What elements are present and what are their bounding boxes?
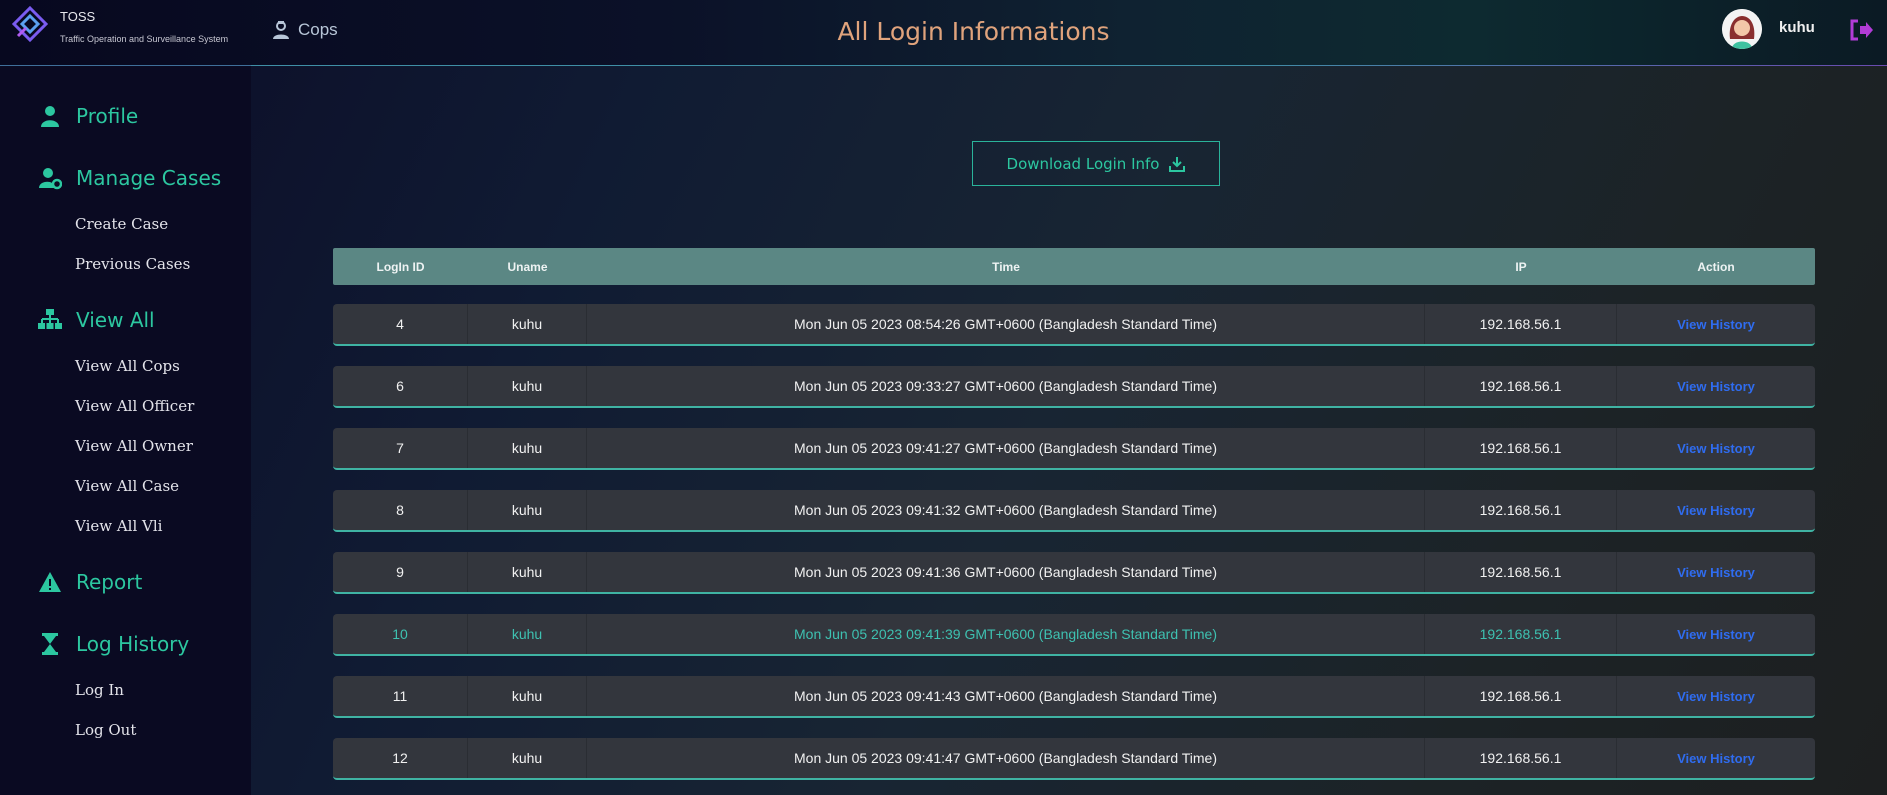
table-row[interactable]: 9 kuhu Mon Jun 05 2023 09:41:36 GMT+0600…: [333, 552, 1815, 594]
avatar-image-icon: [1722, 9, 1762, 49]
cell-uname: kuhu: [468, 304, 587, 344]
table-row[interactable]: 8 kuhu Mon Jun 05 2023 09:41:32 GMT+0600…: [333, 490, 1815, 532]
user-name: kuhu: [1779, 19, 1815, 36]
sidebar: Profile Manage Cases Create Case Previou…: [0, 66, 251, 795]
sidebar-item-view-all[interactable]: View All: [38, 308, 155, 332]
cell-action: View History: [1617, 552, 1815, 592]
sidebar-item-log-out[interactable]: Log Out: [75, 721, 136, 739]
cell-action: View History: [1617, 738, 1815, 778]
logout-icon[interactable]: [1848, 18, 1874, 42]
sidebar-item-previous-cases[interactable]: Previous Cases: [75, 255, 190, 273]
download-button-label: Download Login Info: [1006, 154, 1160, 173]
sidebar-item-label: Manage Cases: [76, 166, 222, 190]
table-row-highlighted[interactable]: 10 kuhu Mon Jun 05 2023 09:41:39 GMT+060…: [333, 614, 1815, 656]
user-icon: [41, 106, 59, 127]
table-row[interactable]: 6 kuhu Mon Jun 05 2023 09:33:27 GMT+0600…: [333, 366, 1815, 408]
sidebar-item-report[interactable]: Report: [38, 570, 142, 594]
cell-ip: 192.168.56.1: [1425, 490, 1617, 530]
sidebar-item-profile[interactable]: Profile: [38, 104, 138, 128]
cell-time: Mon Jun 05 2023 09:41:47 GMT+0600 (Bangl…: [587, 738, 1425, 778]
table-row[interactable]: 7 kuhu Mon Jun 05 2023 09:41:27 GMT+0600…: [333, 428, 1815, 470]
sidebar-item-label: Report: [76, 570, 143, 594]
cell-login-id: 12: [333, 738, 468, 778]
avatar[interactable]: [1722, 9, 1762, 49]
sidebar-item-log-in[interactable]: Log In: [75, 681, 124, 699]
cell-login-id: 4: [333, 304, 468, 344]
cell-uname: kuhu: [468, 490, 587, 530]
cell-ip: 192.168.56.1: [1425, 304, 1617, 344]
page-title: All Login Informations: [0, 17, 1887, 46]
table-row[interactable]: 11 kuhu Mon Jun 05 2023 09:41:43 GMT+060…: [333, 676, 1815, 718]
sidebar-item-view-all-cops[interactable]: View All Cops: [75, 357, 180, 375]
top-bar: TOSS Traffic Operation and Surveillance …: [0, 0, 1887, 66]
cell-login-id: 8: [333, 490, 468, 530]
sidebar-item-view-all-owner[interactable]: View All Owner: [75, 437, 193, 455]
cell-uname: kuhu: [468, 428, 587, 468]
page-title-text: All Login Informations: [837, 17, 1110, 46]
view-history-link[interactable]: View History: [1677, 627, 1755, 642]
column-header-uname[interactable]: Uname: [468, 260, 587, 274]
cell-time: Mon Jun 05 2023 08:54:26 GMT+0600 (Bangl…: [587, 304, 1425, 344]
cell-action: View History: [1617, 676, 1815, 716]
download-login-info-button[interactable]: Download Login Info: [972, 141, 1220, 186]
cell-action: View History: [1617, 366, 1815, 406]
cell-login-id: 9: [333, 552, 468, 592]
hourglass-icon: [42, 633, 58, 655]
cell-action: View History: [1617, 490, 1815, 530]
column-header-ip[interactable]: IP: [1425, 260, 1617, 274]
cell-time: Mon Jun 05 2023 09:41:32 GMT+0600 (Bangl…: [587, 490, 1425, 530]
cell-login-id: 11: [333, 676, 468, 716]
column-header-time[interactable]: Time: [587, 260, 1425, 274]
user-gear-icon: [39, 168, 62, 190]
sidebar-item-log-history[interactable]: Log History: [38, 632, 189, 656]
cell-ip: 192.168.56.1: [1425, 738, 1617, 778]
cell-action: View History: [1617, 428, 1815, 468]
table-header: LogIn ID Uname Time IP Action: [333, 248, 1815, 285]
view-history-link[interactable]: View History: [1677, 441, 1755, 456]
sidebar-item-label: Log History: [76, 632, 190, 656]
cell-ip: 192.168.56.1: [1425, 552, 1617, 592]
cell-time: Mon Jun 05 2023 09:41:36 GMT+0600 (Bangl…: [587, 552, 1425, 592]
sidebar-item-view-all-vli[interactable]: View All Vli: [75, 517, 162, 535]
cell-login-id: 10: [333, 614, 468, 654]
view-history-link[interactable]: View History: [1677, 689, 1755, 704]
cell-time: Mon Jun 05 2023 09:41:39 GMT+0600 (Bangl…: [587, 614, 1425, 654]
column-header-login-id[interactable]: LogIn ID: [333, 260, 468, 274]
cell-uname: kuhu: [468, 614, 587, 654]
sidebar-item-view-all-case[interactable]: View All Case: [75, 477, 179, 495]
cell-uname: kuhu: [468, 552, 587, 592]
download-icon: [1169, 156, 1186, 172]
sidebar-item-manage-cases[interactable]: Manage Cases: [38, 166, 221, 190]
sidebar-item-label: Profile: [76, 104, 139, 128]
cell-login-id: 6: [333, 366, 468, 406]
cell-ip: 192.168.56.1: [1425, 614, 1617, 654]
cell-login-id: 7: [333, 428, 468, 468]
warning-icon: [39, 572, 61, 592]
table-row[interactable]: 4 kuhu Mon Jun 05 2023 08:54:26 GMT+0600…: [333, 304, 1815, 346]
cell-ip: 192.168.56.1: [1425, 428, 1617, 468]
sidebar-item-view-all-officer[interactable]: View All Officer: [75, 397, 194, 415]
sitemap-icon: [38, 309, 62, 329]
cell-action: View History: [1617, 614, 1815, 654]
view-history-link[interactable]: View History: [1677, 565, 1755, 580]
view-history-link[interactable]: View History: [1677, 503, 1755, 518]
table-row[interactable]: 12 kuhu Mon Jun 05 2023 09:41:47 GMT+060…: [333, 738, 1815, 780]
cell-uname: kuhu: [468, 676, 587, 716]
cell-ip: 192.168.56.1: [1425, 676, 1617, 716]
cell-uname: kuhu: [468, 366, 587, 406]
header-divider: [251, 65, 1887, 66]
cell-time: Mon Jun 05 2023 09:33:27 GMT+0600 (Bangl…: [587, 366, 1425, 406]
cell-time: Mon Jun 05 2023 09:41:27 GMT+0600 (Bangl…: [587, 428, 1425, 468]
column-header-action[interactable]: Action: [1617, 260, 1815, 274]
view-history-link[interactable]: View History: [1677, 379, 1755, 394]
view-history-link[interactable]: View History: [1677, 317, 1755, 332]
cell-action: View History: [1617, 304, 1815, 344]
sidebar-item-create-case[interactable]: Create Case: [75, 215, 168, 233]
view-history-link[interactable]: View History: [1677, 751, 1755, 766]
sidebar-item-label: View All: [76, 308, 155, 332]
cell-ip: 192.168.56.1: [1425, 366, 1617, 406]
cell-time: Mon Jun 05 2023 09:41:43 GMT+0600 (Bangl…: [587, 676, 1425, 716]
cell-uname: kuhu: [468, 738, 587, 778]
